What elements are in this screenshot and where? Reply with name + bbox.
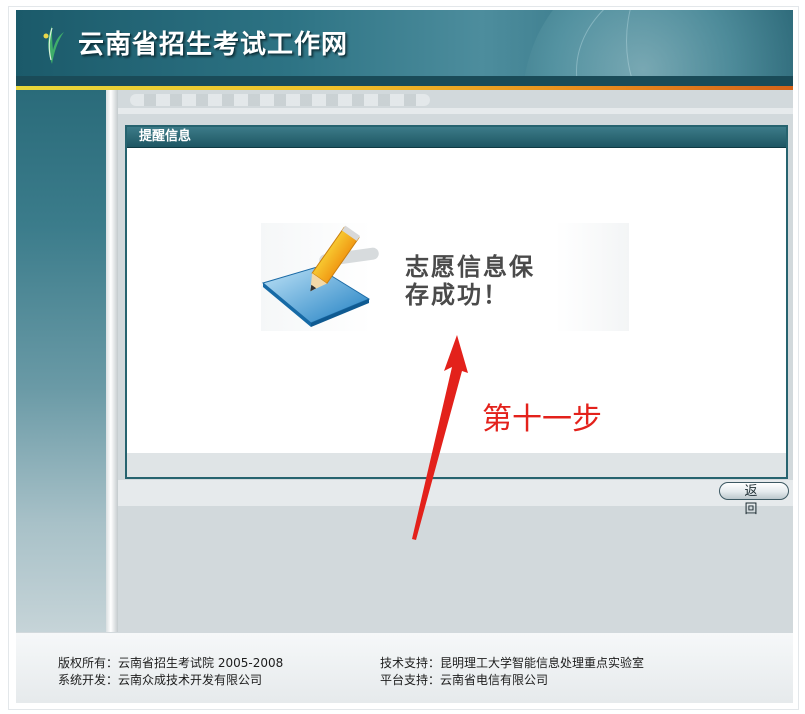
- annotation-step-label: 第十一步: [482, 402, 602, 437]
- header-bar: [16, 76, 793, 86]
- panel-title: 提醒信息: [127, 127, 786, 148]
- tech-label: 技术支持：: [380, 656, 441, 670]
- site-title: 云南省招生考试工作网: [78, 30, 349, 60]
- success-message: 志愿信息保 存成功！: [405, 253, 535, 309]
- globe-gridline: [626, 10, 793, 76]
- footer-tech-support: 技术支持：昆明理工大学智能信息处理重点实验室: [380, 655, 644, 672]
- footer-right: 技术支持：昆明理工大学智能信息处理重点实验室 平台支持：云南省电信有限公司: [380, 655, 644, 689]
- pencil-paper-icon: [261, 225, 379, 327]
- developer-value: 云南众成技术开发有限公司: [118, 673, 263, 687]
- main-top-strip: [118, 108, 793, 114]
- blurred-breadcrumb: [130, 94, 430, 106]
- logo-icon: [43, 26, 64, 64]
- message-line-2: 存成功！: [405, 281, 509, 309]
- footer-platform-support: 平台支持：云南省电信有限公司: [380, 672, 644, 689]
- left-sidebar: [16, 90, 106, 632]
- footer-developer: 系统开发：云南众成技术开发有限公司: [58, 672, 283, 689]
- message-line-1: 志愿信息保: [405, 253, 535, 281]
- sidebar-divider: [106, 90, 118, 632]
- tech-value: 昆明理工大学智能信息处理重点实验室: [440, 656, 645, 670]
- site-header: 云南省招生考试工作网: [16, 10, 793, 76]
- platform-label: 平台支持：: [380, 673, 441, 687]
- back-button[interactable]: 返回: [719, 482, 789, 517]
- developer-label: 系统开发：: [58, 673, 119, 687]
- copyright-label: 版权所有：: [58, 656, 119, 670]
- platform-value: 云南省电信有限公司: [440, 673, 549, 687]
- footer-copyright: 版权所有：云南省招生考试院 2005-2008: [58, 655, 283, 672]
- success-message-box: 志愿信息保 存成功！: [261, 223, 629, 331]
- site-footer: 版权所有：云南省招生考试院 2005-2008 系统开发：云南众成技术开发有限公…: [16, 632, 793, 703]
- copyright-value: 云南省招生考试院 2005-2008: [118, 656, 284, 670]
- annotation-arrow: [412, 335, 468, 540]
- footer-left: 版权所有：云南省招生考试院 2005-2008 系统开发：云南众成技术开发有限公…: [58, 655, 283, 689]
